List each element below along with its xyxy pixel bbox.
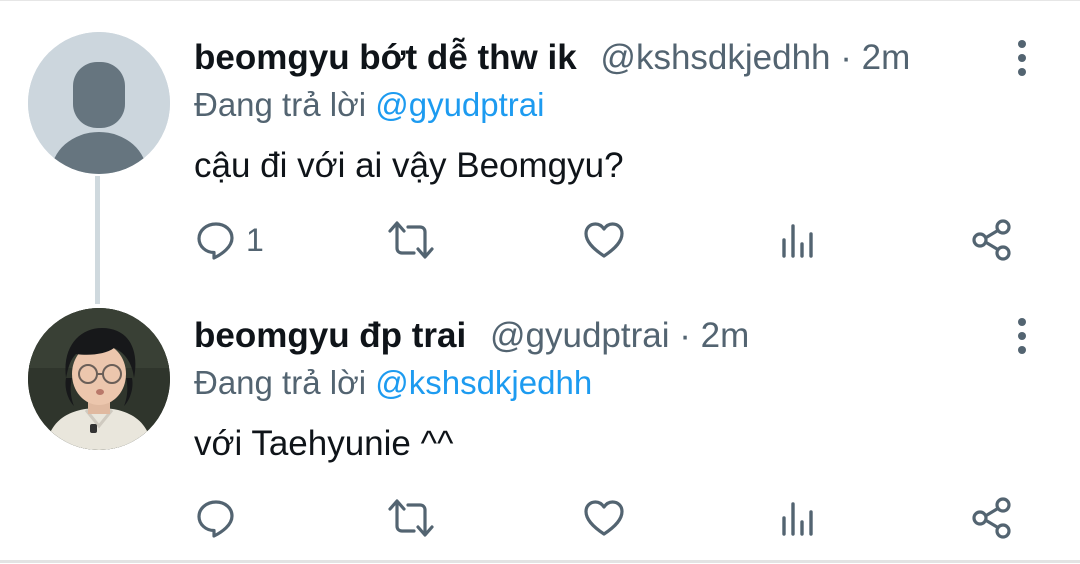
profile-photo-avatar[interactable] bbox=[28, 308, 170, 450]
retweet-icon bbox=[388, 221, 434, 259]
retweet-button[interactable] bbox=[386, 496, 436, 540]
replying-to: Đang trả lời @kshsdkjedhh bbox=[194, 364, 592, 402]
tweet-text: cậu đi với ai vậy Beomgyu? bbox=[194, 146, 624, 185]
timestamp[interactable]: 2m bbox=[701, 316, 750, 355]
views-button[interactable] bbox=[778, 496, 818, 540]
replying-to-label: Đang trả lời bbox=[194, 364, 367, 401]
tweet-text: với Taehyunie ^^ bbox=[194, 424, 454, 463]
reply-icon bbox=[197, 500, 234, 538]
heart-icon bbox=[584, 500, 624, 536]
more-options-icon[interactable] bbox=[1010, 316, 1034, 356]
views-chart-icon bbox=[782, 502, 813, 536]
like-button[interactable] bbox=[582, 218, 626, 262]
timestamp[interactable]: 2m bbox=[862, 38, 911, 77]
like-button[interactable] bbox=[582, 496, 626, 540]
display-name[interactable]: beomgyu bớt dễ thw ik bbox=[194, 38, 577, 77]
bottom-divider bbox=[0, 560, 1080, 563]
heart-icon bbox=[584, 222, 624, 258]
share-button[interactable] bbox=[970, 496, 1014, 540]
separator-dot: · bbox=[679, 316, 691, 355]
tweet-actions: 1 bbox=[0, 218, 1080, 262]
default-avatar-icon[interactable] bbox=[28, 32, 170, 174]
replying-to-handle[interactable]: @kshsdkjedhh bbox=[375, 364, 592, 401]
replying-to-label: Đang trả lời bbox=[194, 86, 367, 123]
tweet[interactable]: beomgyu bớt dễ thw ik @kshsdkjedhh · 2m … bbox=[0, 0, 1080, 284]
reply-button[interactable] bbox=[194, 496, 246, 540]
share-button[interactable] bbox=[970, 218, 1014, 262]
user-handle[interactable]: @kshsdkjedhh bbox=[600, 38, 830, 77]
user-handle[interactable]: @gyudptrai bbox=[490, 316, 670, 355]
tweet-actions bbox=[0, 496, 1080, 540]
retweet-icon bbox=[388, 499, 434, 537]
share-icon bbox=[972, 219, 1011, 261]
reply-button[interactable]: 1 bbox=[194, 218, 264, 262]
tweet-header: beomgyu bớt dễ thw ik @kshsdkjedhh · 2m bbox=[194, 38, 910, 78]
reply-icon bbox=[197, 222, 234, 260]
views-button[interactable] bbox=[778, 218, 818, 262]
views-chart-icon bbox=[782, 224, 813, 258]
tweet-header: beomgyu đp trai @gyudptrai · 2m bbox=[194, 316, 749, 356]
tweet[interactable]: beomgyu đp trai @gyudptrai · 2m Đang trả… bbox=[0, 284, 1080, 560]
retweet-button[interactable] bbox=[386, 218, 436, 262]
share-icon bbox=[972, 497, 1011, 539]
separator-dot: · bbox=[840, 38, 852, 77]
reply-count: 1 bbox=[246, 222, 264, 258]
replying-to-handle[interactable]: @gyudptrai bbox=[375, 86, 544, 123]
reply-thread: beomgyu bớt dễ thw ik @kshsdkjedhh · 2m … bbox=[0, 0, 1080, 564]
replying-to: Đang trả lời @gyudptrai bbox=[194, 86, 544, 124]
display-name[interactable]: beomgyu đp trai bbox=[194, 316, 466, 355]
more-options-icon[interactable] bbox=[1010, 38, 1034, 78]
